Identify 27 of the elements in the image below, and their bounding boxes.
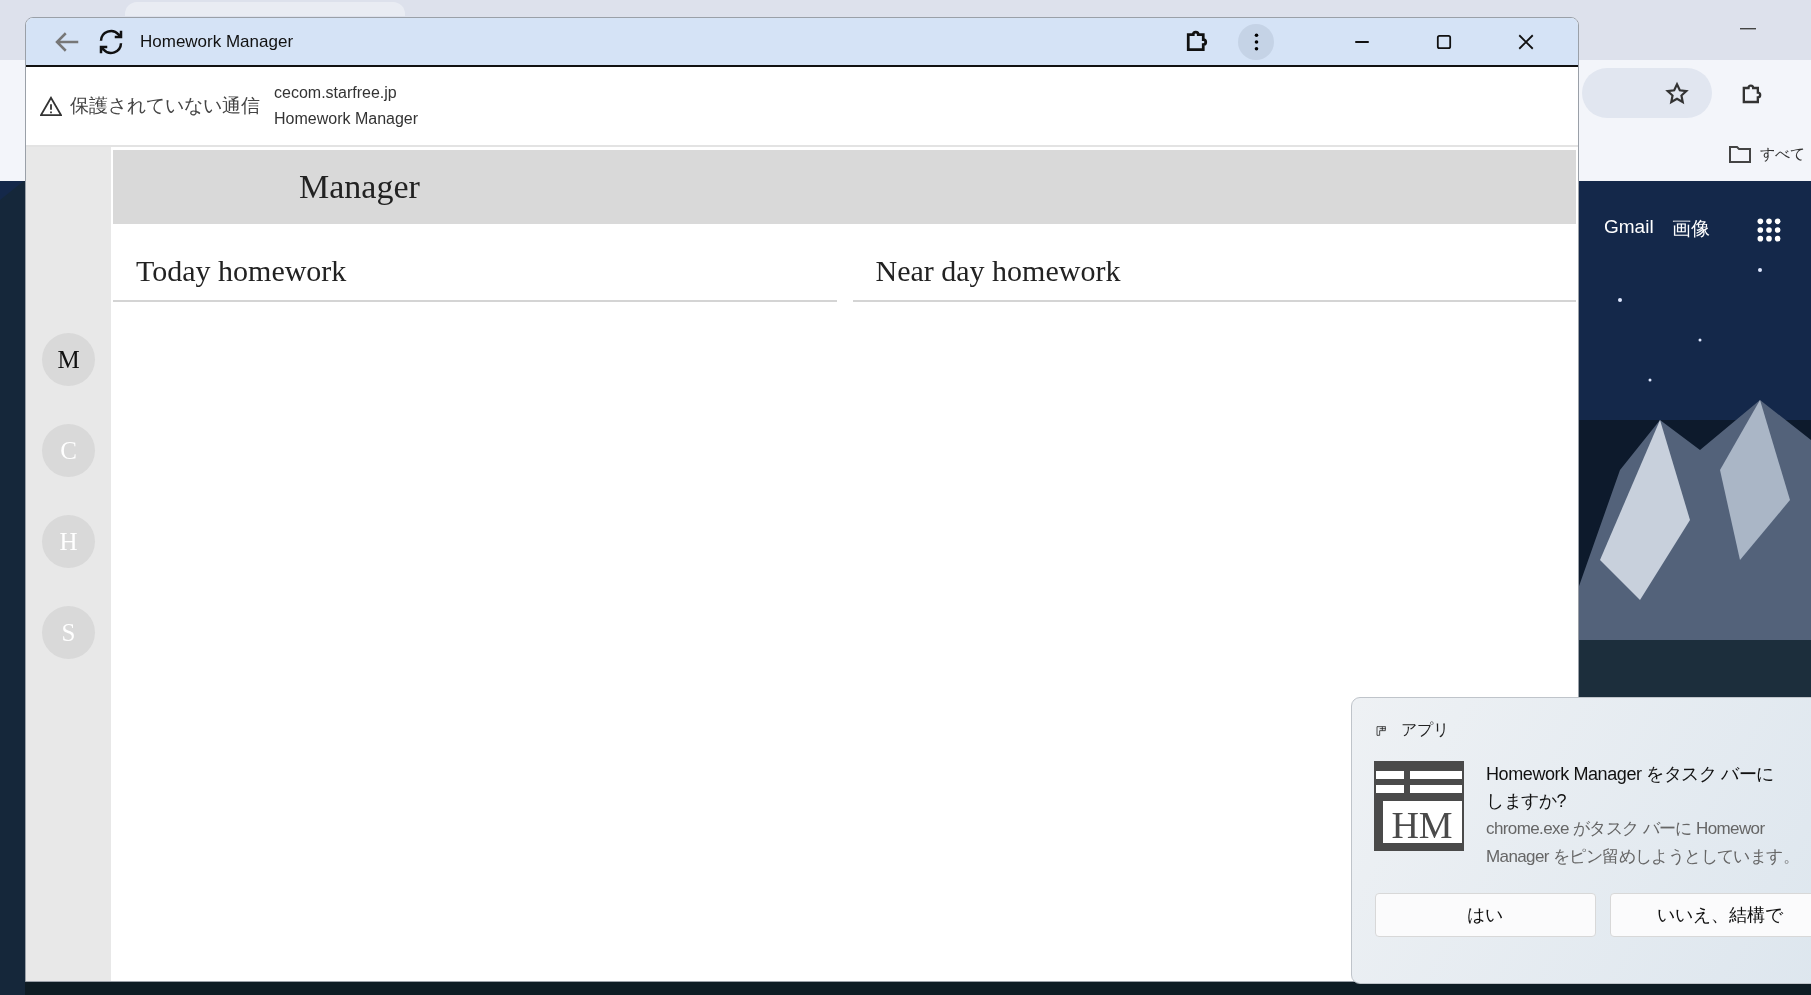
window-title: Homework Manager	[140, 31, 295, 52]
section-heading: Today homework	[136, 254, 348, 288]
nav-circle[interactable]: M	[42, 333, 95, 386]
notification-title: Homework Manager をタスク バーに	[1486, 763, 1776, 786]
section-heading: Near day homework	[875, 254, 1122, 288]
header-link[interactable]: Gmail	[1604, 216, 1654, 242]
bookmark-folder[interactable]: すべて	[1760, 144, 1805, 164]
notification-button[interactable]: いいえ、結構で	[1609, 893, 1811, 937]
apps-grid-icon[interactable]	[1756, 217, 1782, 243]
warning-icon	[40, 96, 62, 116]
header-link[interactable]: 画像	[1671, 216, 1710, 242]
close-icon[interactable]	[1517, 32, 1535, 51]
notification-title: しますか?	[1486, 790, 1567, 813]
folder-icon	[1728, 144, 1752, 164]
address-bar[interactable]	[1582, 68, 1712, 118]
notification-message: chrome.exe がタスク バーに Homewor	[1486, 818, 1766, 840]
notification-source: アプリ	[1400, 720, 1449, 740]
security-label[interactable]: 保護されていない通信	[70, 93, 260, 119]
notification-button[interactable]: はい	[1375, 893, 1596, 937]
star-icon[interactable]	[1664, 81, 1690, 107]
url-text: cecom.starfree.jp	[274, 84, 398, 102]
page-title: Homework Manager	[274, 110, 419, 128]
notification-message: Manager をピン留めしようとしています。	[1486, 846, 1800, 868]
header-title: Manager	[299, 168, 420, 206]
maximize-icon[interactable]	[1435, 32, 1453, 51]
more-menu-icon[interactable]	[1238, 23, 1274, 60]
app-logo: HM	[1374, 761, 1464, 851]
